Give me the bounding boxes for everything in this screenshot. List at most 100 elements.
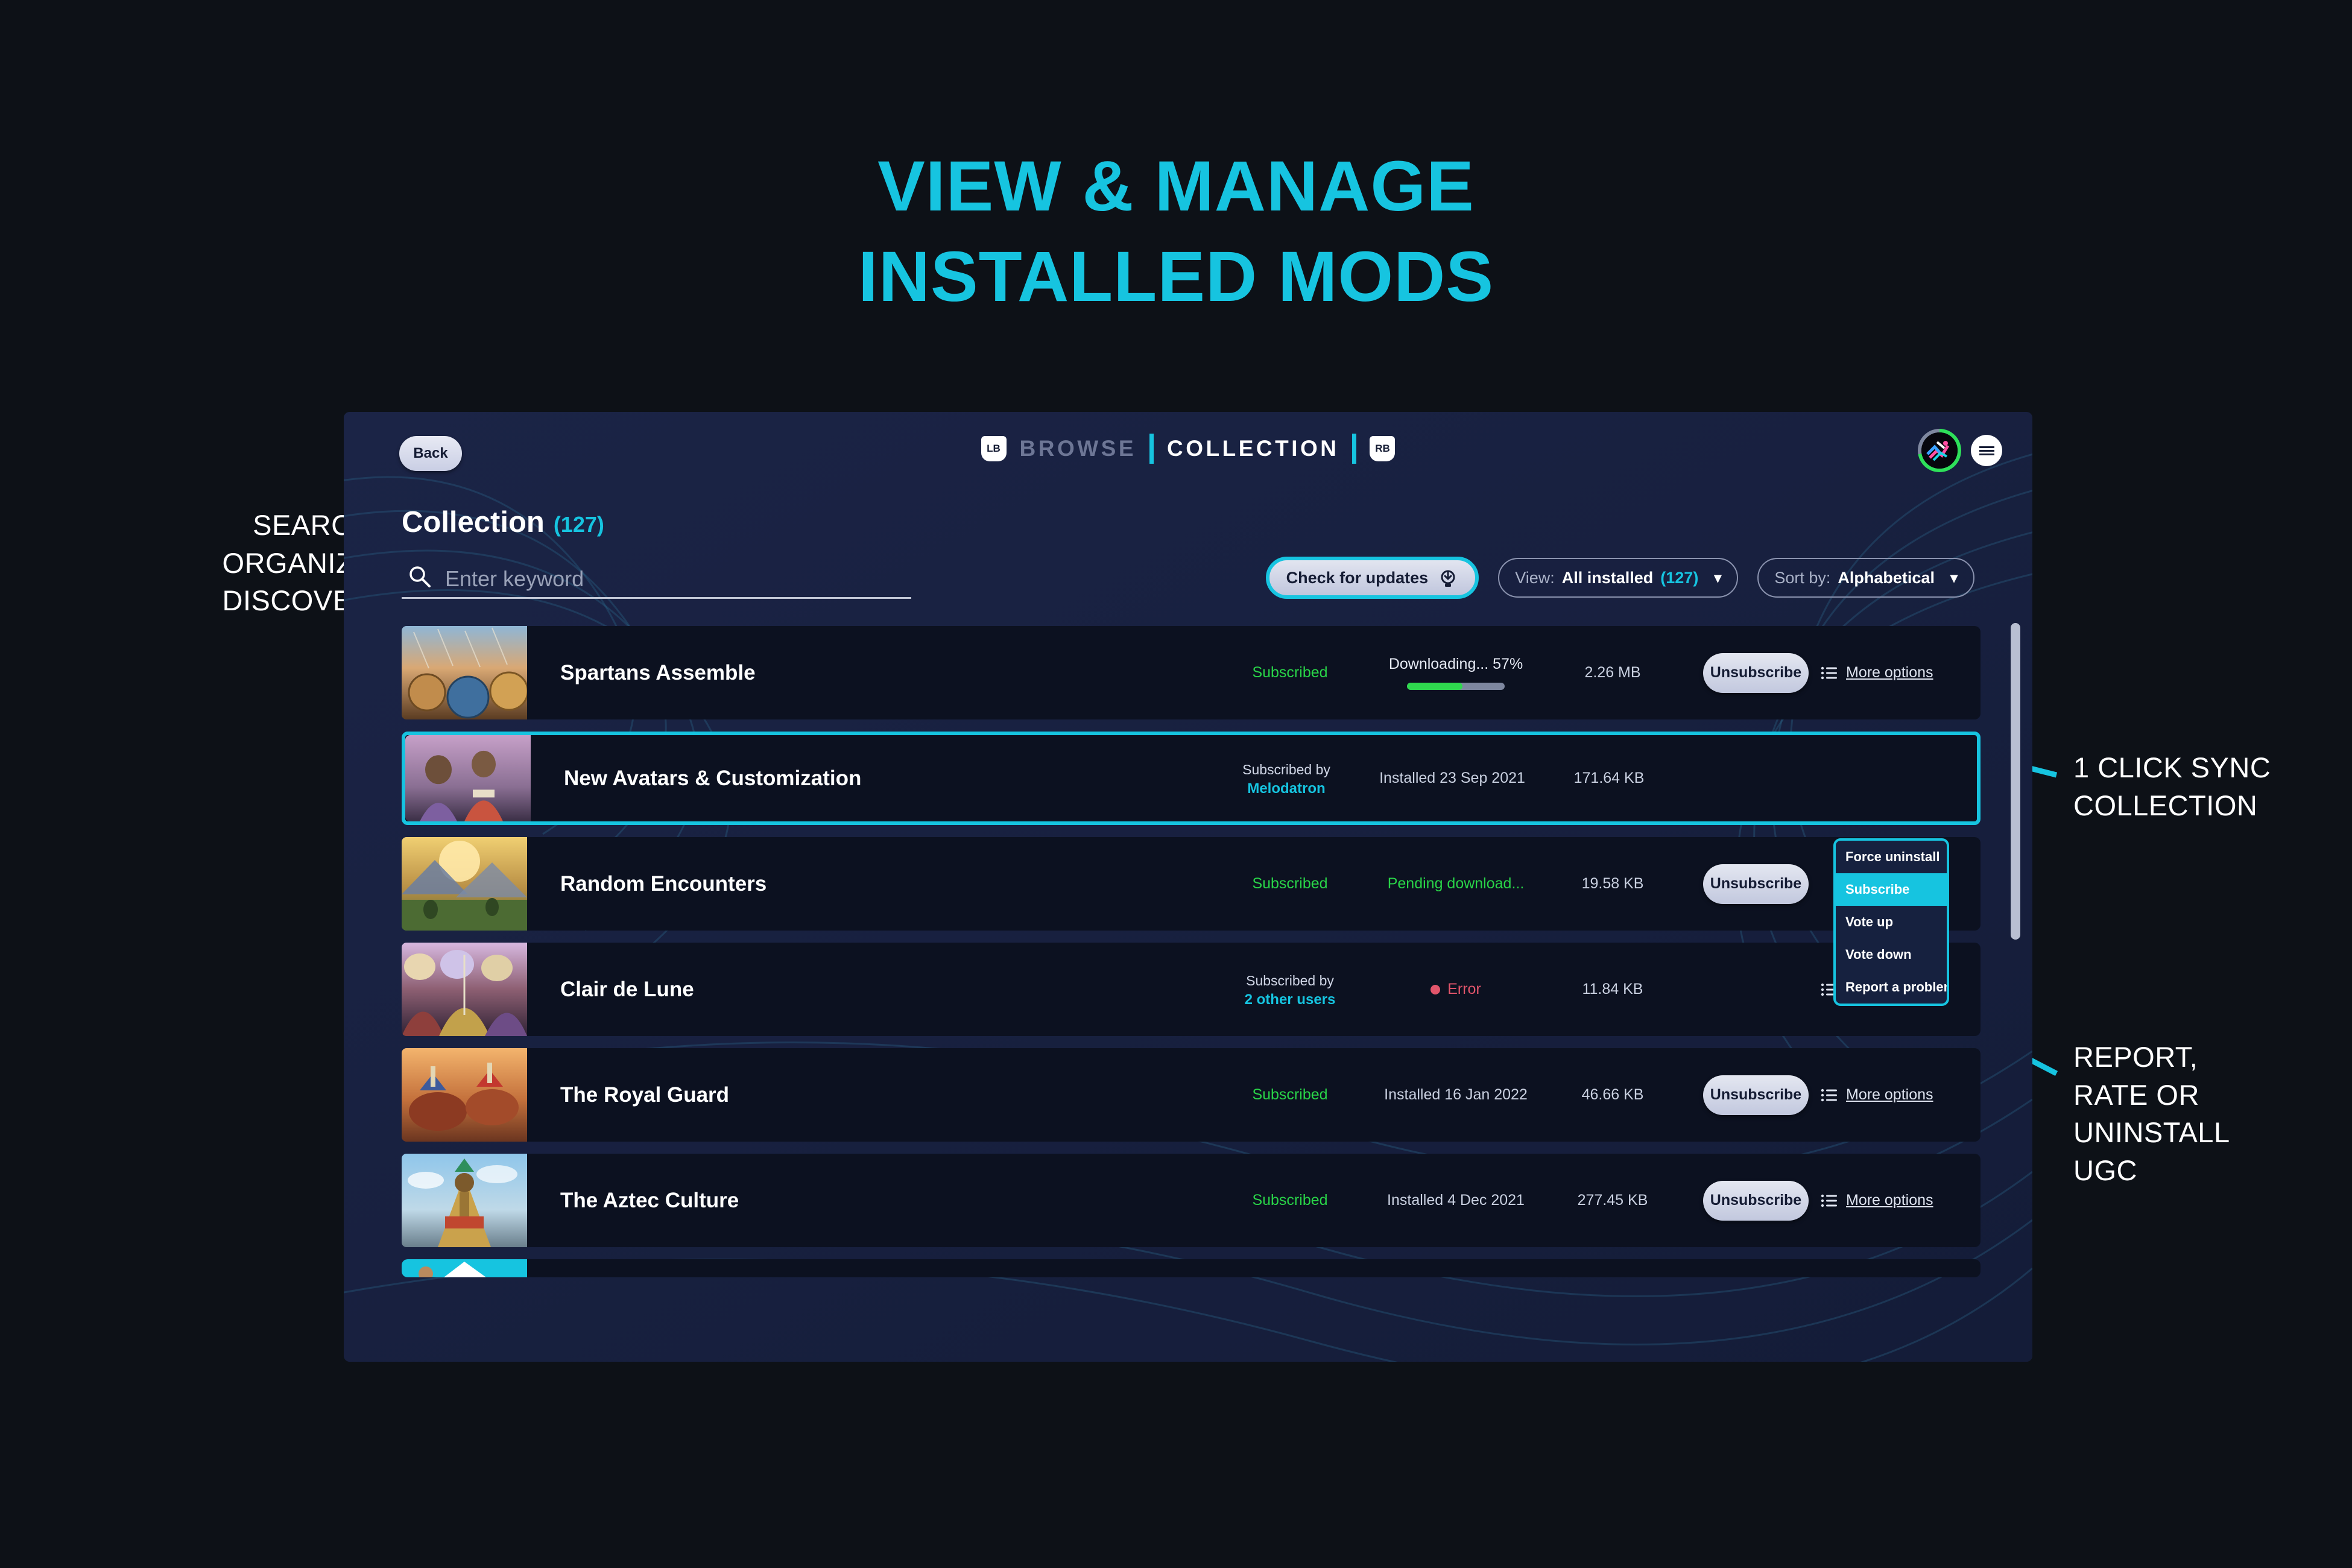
page-headline: VIEW & MANAGE INSTALLED MODS	[0, 142, 2352, 323]
menu-item-vote-down[interactable]: Vote down	[1836, 938, 1947, 971]
hamburger-menu-button[interactable]	[1971, 435, 2002, 466]
search-input[interactable]	[445, 562, 867, 596]
mod-thumbnail	[405, 735, 531, 821]
mod-subscriber-link[interactable]: 2 other users	[1215, 991, 1365, 1008]
mod-subscription-status: Subscribed	[1215, 875, 1365, 893]
headline-line-1: VIEW & MANAGE	[877, 147, 1475, 226]
nav-tabs: LB BROWSE COLLECTION RB	[344, 434, 2032, 464]
list-icon	[1821, 666, 1837, 679]
search-underline	[402, 597, 911, 599]
table-row[interactable]: Clair de Lune Subscribed by 2 other user…	[402, 943, 1981, 1036]
mod-title: The Aztec Culture	[560, 1188, 739, 1212]
table-row[interactable]: The Royal Guard Subscribed Installed 16 …	[402, 1048, 1981, 1142]
mod-subscriber-link[interactable]: Melodatron	[1211, 780, 1362, 797]
annotation-report-rate-uninstall: REPORT, RATE OR UNINSTALL UGC	[2073, 1038, 2339, 1189]
table-row[interactable]: Spartans Assemble Subscribed Downloading…	[402, 626, 1981, 719]
table-row-partial[interactable]	[402, 1259, 1981, 1277]
mod-status: Installed 16 Jan 2022	[1384, 1086, 1528, 1103]
mod-subscribed-label: Subscribed	[1252, 1086, 1328, 1103]
avatar-image	[1921, 432, 1958, 469]
unsubscribe-button[interactable]: Unsubscribe	[1703, 653, 1809, 693]
app-header: Back LB BROWSE COLLECTION RB	[344, 412, 2032, 484]
unsubscribe-button[interactable]: Unsubscribe	[1703, 1180, 1809, 1221]
page-title-text: Collection	[402, 506, 545, 539]
view-filter-label: View:	[1515, 568, 1555, 587]
mod-status: Installed 23 Sep 2021	[1379, 770, 1525, 786]
annotation-one-click-sync: 1 CLICK SYNC COLLECTION	[2073, 749, 2339, 824]
view-filter-value: All installed	[1561, 568, 1654, 587]
page-title-count: (127)	[553, 512, 604, 537]
page-title: Collection (127)	[402, 505, 604, 539]
tab-browse[interactable]: BROWSE	[1020, 436, 1137, 461]
menu-item-report-a-problem[interactable]: Report a problem	[1836, 971, 1947, 1004]
view-filter-count: (127)	[1660, 568, 1699, 587]
mod-subscription-status: Subscribed	[1215, 1192, 1365, 1209]
mod-title: New Avatars & Customization	[564, 766, 862, 790]
mod-thumbnail	[402, 626, 527, 719]
avatar[interactable]	[1918, 429, 1961, 472]
annotation-search-organize-discover: SEARCH ORGANIZE DISCOVER	[131, 507, 373, 620]
right-bumper-icon: RB	[1370, 436, 1396, 461]
error-label: Error	[1447, 981, 1481, 997]
annot-left-line-3: DISCOVER	[222, 584, 373, 616]
mod-size: 46.66 KB	[1581, 1086, 1644, 1103]
scrollbar-track[interactable]	[2011, 623, 2020, 1347]
chevron-down-icon: ▾	[1714, 569, 1722, 586]
check-for-updates-button[interactable]: Check for updates	[1265, 557, 1479, 599]
mod-actions: Unsubscribe More options	[1679, 1075, 1981, 1115]
mod-subscription-status: Subscribed	[1215, 664, 1365, 681]
more-options-button[interactable]: More options	[1821, 1192, 1933, 1209]
mod-thumbnail	[402, 1154, 527, 1247]
nav-divider-right	[1352, 434, 1357, 464]
table-row[interactable]: Random Encounters Subscribed Pending dow…	[402, 837, 1981, 931]
check-for-updates-label: Check for updates	[1286, 568, 1429, 587]
app-window: Back LB BROWSE COLLECTION RB Collection …	[344, 412, 2032, 1362]
table-row[interactable]: New Avatars & Customization Subscribed b…	[402, 732, 1981, 825]
more-options-button[interactable]: More options	[1821, 664, 1933, 681]
mod-subscribed-by-label: Subscribed by	[1246, 973, 1334, 989]
left-bumper-label: LB	[987, 443, 1001, 454]
unsubscribe-button[interactable]: Unsubscribe	[1703, 1075, 1809, 1115]
mod-title: Spartans Assemble	[560, 660, 756, 684]
nav-divider-left	[1149, 434, 1154, 464]
download-progress-bar	[1407, 683, 1505, 690]
context-menu: Force uninstall Subscribe Vote up Vote d…	[1833, 838, 1949, 1006]
table-row[interactable]: The Aztec Culture Subscribed Installed 4…	[402, 1154, 1981, 1247]
mod-thumbnail	[402, 943, 527, 1036]
annot-report-line-3: UNINSTALL	[2073, 1116, 2230, 1148]
left-bumper-icon: LB	[981, 436, 1007, 461]
mod-size: 2.26 MB	[1584, 664, 1641, 681]
unsubscribe-button-label: Unsubscribe	[1710, 1192, 1802, 1209]
mod-thumbnail	[402, 837, 527, 931]
mod-subscribed-label: Subscribed	[1252, 875, 1328, 892]
annot-sync-line-2: COLLECTION	[2073, 789, 2258, 821]
mod-status: Error	[1365, 981, 1546, 998]
unsubscribe-button-label: Unsubscribe	[1710, 875, 1802, 892]
mod-title: The Royal Guard	[560, 1083, 730, 1107]
search-icon	[409, 566, 431, 587]
tab-collection[interactable]: COLLECTION	[1167, 436, 1339, 461]
view-filter-dropdown[interactable]: View: All installed (127) ▾	[1498, 558, 1739, 598]
menu-item-vote-up[interactable]: Vote up	[1836, 906, 1947, 938]
download-sync-icon	[1441, 570, 1455, 587]
menu-item-force-uninstall[interactable]: Force uninstall	[1836, 841, 1947, 873]
right-bumper-label: RB	[1375, 443, 1390, 454]
chevron-down-icon: ▾	[1950, 569, 1958, 586]
menu-item-subscribe[interactable]: Subscribe	[1836, 873, 1947, 906]
mod-subscribed-label: Subscribed	[1252, 1192, 1328, 1209]
sort-by-value: Alphabetical	[1838, 568, 1935, 587]
mod-size: 11.84 KB	[1582, 981, 1643, 997]
mod-thumbnail	[402, 1048, 527, 1142]
mod-subscription-status: Subscribed by 2 other users	[1215, 970, 1365, 1008]
unsubscribe-button[interactable]: Unsubscribe	[1703, 864, 1809, 904]
mod-size: 171.64 KB	[1573, 770, 1645, 786]
annot-report-line-2: RATE OR	[2073, 1078, 2199, 1111]
more-options-button[interactable]: More options	[1821, 1086, 1933, 1104]
mod-size: 277.45 KB	[1577, 1192, 1648, 1209]
annot-left-line-2: ORGANIZE	[222, 546, 373, 579]
mod-thumbnail	[402, 1259, 527, 1277]
annot-report-line-4: UGC	[2073, 1154, 2137, 1186]
scrollbar-thumb[interactable]	[2011, 623, 2020, 940]
mod-status: Pending download...	[1387, 875, 1525, 892]
sort-by-dropdown[interactable]: Sort by: Alphabetical ▾	[1757, 558, 1974, 598]
